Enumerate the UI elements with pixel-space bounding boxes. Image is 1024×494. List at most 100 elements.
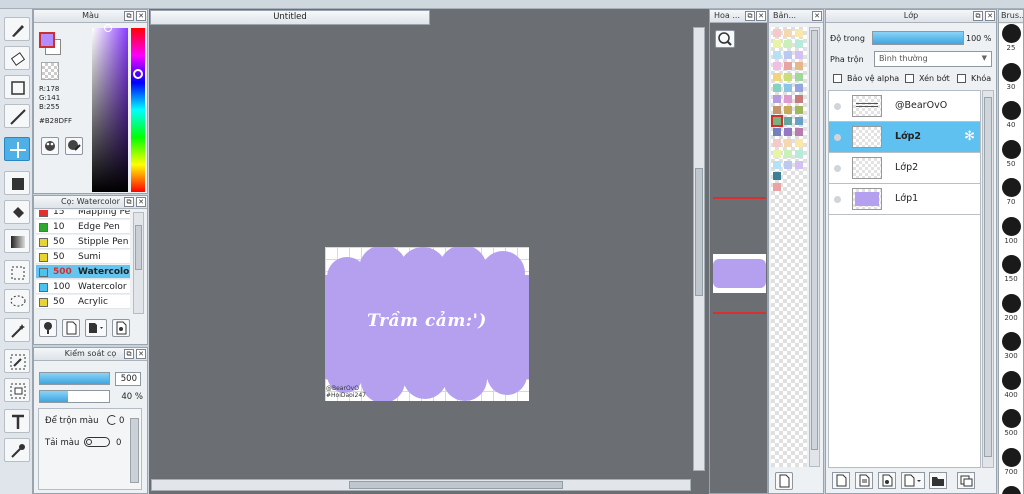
brush-list-item[interactable]: 50 Acrylic — [36, 295, 130, 309]
float-panel-button[interactable]: ⧉ — [124, 349, 134, 359]
transparent-color-swatch[interactable] — [41, 62, 59, 80]
brush-size-dot[interactable] — [1002, 139, 1021, 159]
layer-gear-icon[interactable]: ✻ — [964, 129, 975, 144]
palette-swatch[interactable] — [784, 62, 792, 70]
brush-menu-button[interactable] — [85, 319, 107, 337]
gradient-tool[interactable] — [4, 229, 30, 253]
palette-swatch[interactable] — [784, 40, 792, 48]
brush-list-item[interactable]: 500 Watercolor — [36, 265, 130, 279]
select-pen-tool[interactable] — [4, 349, 30, 373]
layer-list-scrollbar[interactable] — [982, 90, 994, 468]
palette-swatch[interactable] — [773, 128, 781, 136]
brush-opacity-slider[interactable] — [39, 390, 110, 403]
layer-visibility-icon[interactable] — [834, 165, 841, 172]
palette-swatch[interactable] — [773, 51, 781, 59]
new-folder-layer-button[interactable] — [855, 472, 873, 489]
document-page[interactable]: Trầm cảm:') @BearOvO #HoiDaoi247 — [325, 247, 529, 401]
foreground-color-swatch[interactable] — [39, 32, 55, 48]
float-panel-button[interactable]: ⧉ — [973, 11, 983, 21]
layer-row[interactable]: Lớp2 — [829, 153, 980, 184]
brush-tool[interactable] — [4, 17, 30, 41]
saturation-value-square[interactable] — [92, 28, 128, 192]
palette-swatch[interactable] — [784, 84, 792, 92]
layer-row[interactable]: Lớp2 ✻ — [829, 122, 980, 153]
layer-folder-button[interactable] — [929, 472, 947, 489]
brush-settings-button[interactable] — [112, 319, 130, 337]
palette-swatch[interactable] — [795, 106, 803, 114]
float-panel-button[interactable]: ⧉ — [745, 11, 755, 21]
fill-rect-tool[interactable] — [4, 171, 30, 195]
horizontal-scrollbar[interactable] — [151, 479, 691, 491]
palette-swatch[interactable] — [773, 183, 781, 191]
brush-size-dot[interactable] — [1002, 101, 1021, 120]
close-panel-button[interactable]: ✕ — [136, 11, 146, 21]
color-load-toggle[interactable] — [84, 437, 110, 447]
float-panel-button[interactable]: ⧉ — [124, 197, 134, 207]
palette-swatch[interactable] — [795, 29, 803, 37]
brush-size-dot[interactable] — [1002, 178, 1021, 197]
eyedropper-tool[interactable] — [4, 438, 30, 462]
palette-swatch[interactable] — [773, 84, 781, 92]
palette-scrollbar[interactable] — [809, 27, 820, 467]
brush-size-dot[interactable] — [1002, 447, 1021, 467]
close-panel-button[interactable]: ✕ — [136, 349, 146, 359]
color-wheel-button[interactable] — [41, 137, 59, 155]
rect-select-tool[interactable] — [4, 75, 30, 99]
duplicate-layer-button[interactable] — [957, 472, 975, 489]
palette-swatch[interactable] — [795, 84, 803, 92]
layer-settings-button[interactable] — [878, 472, 896, 489]
brush-size-dot[interactable] — [1002, 332, 1021, 351]
select-eraser-tool[interactable] — [4, 378, 30, 402]
new-layer-button[interactable] — [832, 472, 850, 489]
palette-swatch[interactable] — [784, 139, 792, 147]
close-panel-button[interactable]: ✕ — [756, 11, 766, 21]
move-tool[interactable] — [4, 137, 30, 161]
palette-swatch[interactable] — [784, 117, 792, 125]
clipping-checkbox[interactable] — [905, 74, 914, 83]
layer-row[interactable]: @BearOvO — [829, 91, 980, 122]
text-tool[interactable] — [4, 409, 30, 433]
new-palette-button[interactable] — [775, 472, 793, 490]
close-panel-button[interactable]: ✕ — [136, 197, 146, 207]
brush-size-dot[interactable] — [1002, 216, 1021, 236]
brush-control-scrollbar[interactable] — [130, 418, 139, 483]
palette-swatch[interactable] — [784, 128, 792, 136]
brush-size-dot[interactable] — [1002, 24, 1021, 43]
palette-swatch[interactable] — [773, 62, 781, 70]
palette-swatch[interactable] — [795, 117, 803, 125]
palette-swatch[interactable] — [784, 106, 792, 114]
palette-swatch[interactable] — [784, 73, 792, 81]
palette-swatch[interactable] — [795, 73, 803, 81]
color-picker-button[interactable] — [65, 137, 83, 155]
palette-swatch[interactable] — [784, 51, 792, 59]
select-tool[interactable] — [4, 260, 30, 284]
palette-swatch[interactable] — [784, 95, 792, 103]
palette-swatch[interactable] — [795, 161, 803, 169]
float-panel-button[interactable]: ⧉ — [124, 11, 134, 21]
protect-alpha-checkbox[interactable] — [833, 74, 842, 83]
brush-size-dot[interactable] — [1002, 62, 1021, 82]
hue-marker[interactable] — [133, 69, 143, 79]
lock-checkbox[interactable] — [957, 74, 966, 83]
layer-row[interactable]: Lớp1 — [829, 184, 980, 215]
palette-swatch[interactable] — [795, 150, 803, 158]
canvas-area[interactable]: Untitled Trầm cảm:') @BearOvO #HoiDaoi24… — [149, 9, 709, 494]
palette-swatch[interactable] — [773, 106, 781, 114]
palette-swatch[interactable] — [771, 115, 783, 127]
layer-visibility-icon[interactable] — [834, 103, 841, 110]
brush-list-item[interactable]: 50 Sumi — [36, 250, 130, 264]
brush-size-dot[interactable] — [1002, 409, 1021, 428]
brush-list-item[interactable]: 100 Watercolor (W — [36, 280, 130, 294]
bucket-tool[interactable] — [4, 200, 30, 224]
layer-add-menu-button[interactable] — [901, 472, 925, 489]
navigator-preview[interactable] — [713, 254, 766, 293]
palette-swatch[interactable] — [773, 95, 781, 103]
brush-list-item[interactable]: 15 Mapping Pen — [36, 210, 130, 219]
brush-size-slider[interactable] — [39, 372, 110, 385]
palette-swatch[interactable] — [784, 150, 792, 158]
vertical-scrollbar[interactable] — [693, 27, 705, 471]
close-panel-button[interactable]: ✕ — [812, 11, 822, 21]
palette-swatch[interactable] — [795, 62, 803, 70]
lasso-tool[interactable] — [4, 289, 30, 313]
brush-size-dot[interactable] — [1002, 293, 1021, 313]
